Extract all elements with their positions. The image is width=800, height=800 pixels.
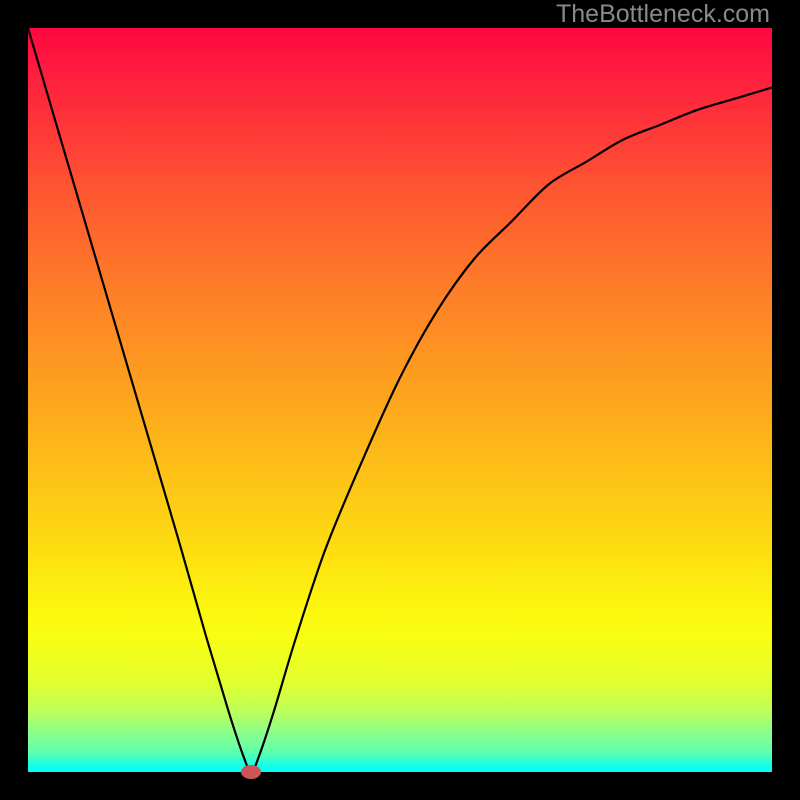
minimum-marker: [241, 765, 261, 779]
bottleneck-curve: [0, 0, 800, 800]
